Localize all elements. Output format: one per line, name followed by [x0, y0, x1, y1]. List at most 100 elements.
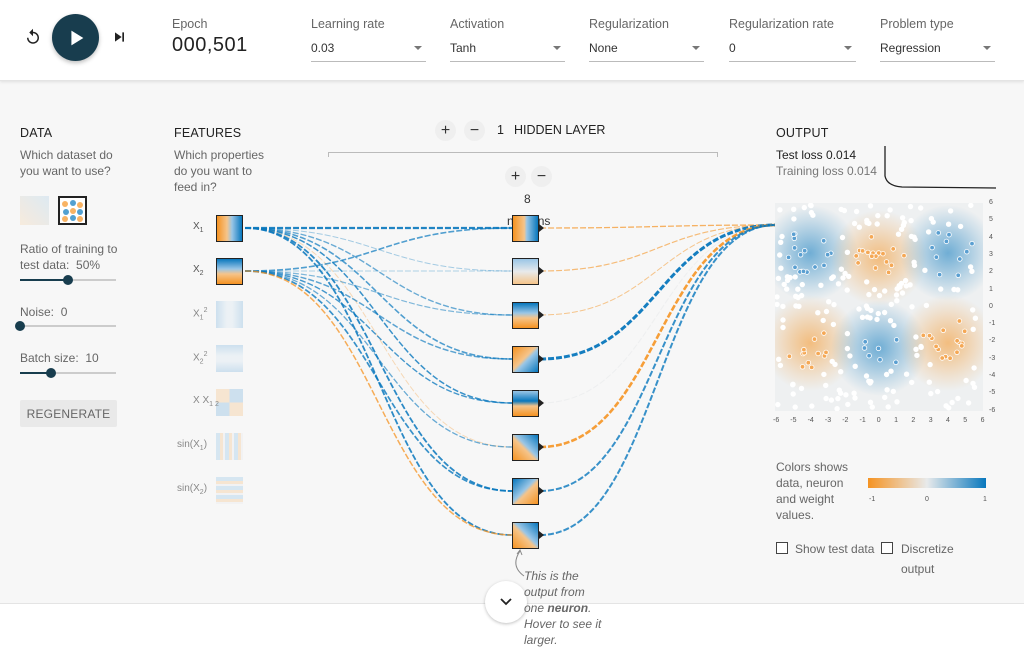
noise-slider-track[interactable]: [20, 325, 116, 327]
link-neuron-6-to-output: [539, 223, 777, 449]
data-point: [880, 251, 886, 257]
neuron-3[interactable]: [512, 302, 539, 329]
feature-3-toggle[interactable]: [216, 301, 243, 328]
neuron-4[interactable]: [512, 346, 539, 373]
data-point: [808, 209, 815, 216]
data-point: [823, 395, 829, 402]
hidden-layer-title: HIDDEN LAYER: [514, 123, 606, 137]
feature-1-toggle[interactable]: [216, 215, 243, 242]
neuron-1[interactable]: [512, 215, 539, 242]
neuron-6[interactable]: [512, 434, 539, 461]
x-tick-label: -3: [824, 417, 832, 424]
data-point: [823, 382, 829, 389]
data-point: [898, 226, 905, 232]
neuron-callout: This is the output from one neuron. Hove…: [524, 568, 604, 648]
output-heatmap: [775, 203, 983, 411]
link-neuron-8-to-output: [539, 224, 777, 536]
regularization-select[interactable]: None: [589, 38, 704, 62]
data-point: [933, 343, 939, 350]
dataset-option-multi-gaussian[interactable]: [58, 196, 87, 225]
noise-slider-knob[interactable]: [15, 321, 25, 331]
color-legend-text: Colors shows data, neuron and weight val…: [776, 460, 849, 522]
feature-7-toggle[interactable]: [216, 477, 243, 504]
data-point: [829, 358, 835, 365]
data-point: [893, 359, 899, 365]
data-point: [890, 246, 896, 252]
link-feature-2-to-neuron-1: [244, 227, 513, 272]
chevron-down-icon: [983, 46, 991, 50]
data-point: [869, 253, 875, 259]
chevron-down-icon: [692, 46, 700, 50]
data-point: [967, 264, 974, 270]
x-tick-label: -2: [842, 417, 849, 424]
data-point: [842, 270, 848, 277]
neuron-2[interactable]: [512, 258, 539, 285]
noise-value: 0: [60, 305, 68, 319]
show-test-data-checkbox[interactable]: [776, 542, 788, 554]
loss-curve: [884, 146, 996, 189]
neuron-5[interactable]: [512, 390, 539, 417]
data-point: [930, 219, 936, 225]
regularization-value: None: [589, 41, 618, 55]
data-point: [936, 271, 943, 278]
data-point: [888, 262, 895, 268]
chevron-down-icon: [844, 46, 852, 50]
batch-slider-knob[interactable]: [45, 368, 56, 378]
neuron-7[interactable]: [512, 478, 539, 505]
data-point: [821, 262, 827, 269]
problem-type-label: Problem type: [880, 17, 954, 31]
data-point: [781, 281, 787, 288]
neuron-8[interactable]: [512, 522, 539, 549]
data-point: [884, 387, 890, 393]
discretize-output-checkbox[interactable]: [881, 542, 893, 554]
data-point: [912, 236, 918, 243]
chevron-down-icon: [553, 46, 561, 50]
feature-5-toggle[interactable]: [216, 389, 243, 416]
feature-6-toggle[interactable]: [216, 433, 243, 460]
data-point: [917, 205, 924, 211]
link-feature-2-to-neuron-3: [244, 270, 513, 316]
data-point: [903, 283, 909, 289]
ratio-slider-knob[interactable]: [63, 275, 73, 285]
data-point: [809, 364, 815, 371]
data-point: [851, 390, 857, 396]
data-point: [868, 378, 874, 385]
data-point: [914, 352, 920, 359]
data-point: [844, 287, 850, 293]
data-point: [779, 233, 785, 240]
regularization-rate-select[interactable]: 0: [729, 38, 856, 62]
feature-1-label: X1: [193, 221, 204, 234]
features-question: Which properties do you want to feed in?: [174, 148, 265, 194]
data-point: [884, 212, 890, 219]
data-point: [861, 345, 868, 351]
data-point: [947, 208, 954, 214]
play-pause-button[interactable]: [52, 14, 99, 61]
activation-select[interactable]: Tanh: [450, 38, 565, 62]
regenerate-button[interactable]: REGENERATE: [20, 400, 117, 427]
add-layer-button[interactable]: +: [435, 120, 456, 141]
add-neuron-button[interactable]: +: [505, 166, 526, 187]
feature-5-label: X X1 2: [193, 395, 219, 408]
data-point: [864, 219, 870, 226]
problem-type-select[interactable]: Regression: [880, 38, 995, 62]
dataset-gaussian-thumbnail: [60, 198, 85, 223]
show-test-data-label: Show test data: [795, 542, 875, 556]
data-point: [852, 363, 858, 369]
neuron-5-output-marker: [539, 399, 544, 407]
dataset-option-plane[interactable]: [20, 196, 49, 225]
step-button[interactable]: [108, 26, 130, 48]
data-point: [954, 349, 960, 355]
scroll-down-button[interactable]: [485, 581, 527, 623]
remove-neuron-button[interactable]: −: [531, 166, 552, 187]
link-feature-2-to-neuron-5: [244, 270, 513, 404]
data-point: [949, 399, 955, 406]
feature-4-toggle[interactable]: [216, 345, 243, 372]
learning-rate-select[interactable]: 0.03: [311, 38, 426, 62]
color-scale-bar: [868, 478, 986, 488]
ratio-value: 50%: [76, 258, 101, 272]
remove-layer-button[interactable]: −: [464, 120, 485, 141]
data-point: [834, 406, 840, 411]
reset-button[interactable]: [22, 26, 44, 48]
feature-2-toggle[interactable]: [216, 258, 243, 285]
data-point: [898, 280, 905, 287]
